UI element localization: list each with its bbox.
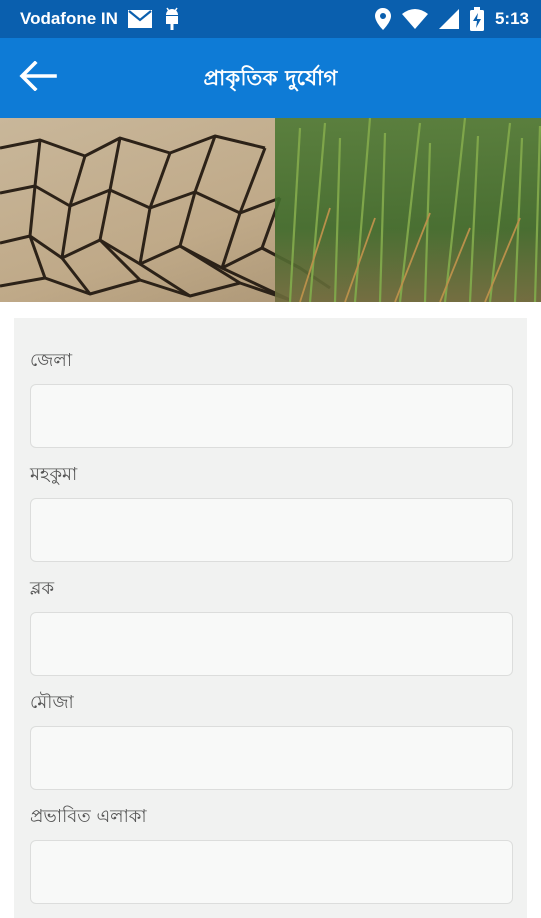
subdivision-input[interactable]	[30, 498, 513, 562]
status-bar: Vodafone IN 5:13	[0, 0, 541, 38]
field-affected-area: প্রভাবিত এলাকা	[30, 804, 513, 904]
field-subdivision: মহকুমা	[30, 462, 513, 562]
field-block: ব্লক	[30, 576, 513, 676]
district-input[interactable]	[30, 384, 513, 448]
status-left: Vodafone IN	[20, 7, 182, 31]
arrow-back-icon	[19, 60, 57, 95]
drought-image	[0, 118, 541, 302]
wifi-icon	[401, 9, 428, 29]
battery-charging-icon	[469, 7, 484, 31]
app-bar: প্রাকৃতিক দুর্যোগ	[0, 38, 541, 118]
location-icon	[374, 8, 391, 30]
field-district: জেলা	[30, 348, 513, 448]
clock: 5:13	[494, 9, 529, 28]
cell-signal-icon	[438, 9, 459, 29]
hero-image	[0, 118, 541, 302]
mouza-label: মৌজা	[30, 692, 74, 713]
status-right: 5:13	[374, 7, 529, 31]
page-title: প্রাকৃতিক দুর্যোগ	[203, 66, 338, 90]
field-mouza: মৌজা	[30, 690, 513, 790]
affected-area-label: প্রভাবিত এলাকা	[30, 806, 147, 827]
carrier-name: Vodafone IN	[20, 9, 118, 28]
mouza-input[interactable]	[30, 726, 513, 790]
subdivision-label: মহকুমা	[30, 464, 78, 485]
affected-area-input[interactable]	[30, 840, 513, 904]
android-debug-icon	[162, 7, 182, 31]
block-label: ব্লক	[30, 578, 55, 599]
gmail-icon	[127, 10, 152, 28]
disaster-form: জেলা মহকুমা ব্লক মৌজা প্রভাবিত এলাকা	[14, 318, 527, 918]
district-label: জেলা	[30, 350, 73, 371]
back-button[interactable]	[14, 56, 62, 100]
block-input[interactable]	[30, 612, 513, 676]
